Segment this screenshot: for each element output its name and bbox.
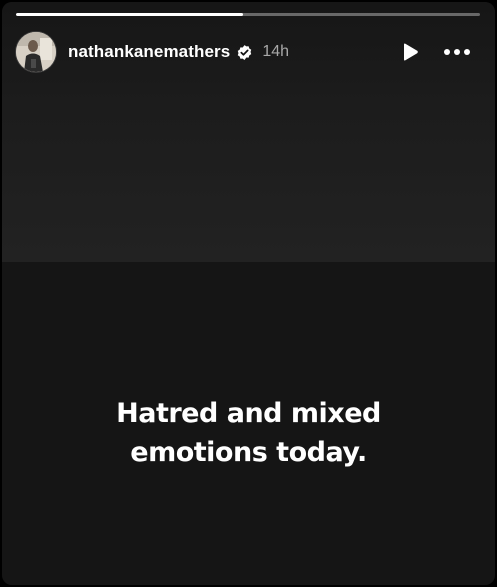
story-progress-fill xyxy=(16,13,244,16)
more-options-button[interactable] xyxy=(442,40,472,64)
profile-photo-icon xyxy=(16,32,56,72)
story-header: nathankanemathers 14h xyxy=(16,30,480,74)
play-button[interactable] xyxy=(398,40,422,64)
post-timestamp: 14h xyxy=(262,43,290,60)
caption-line: emotions today. xyxy=(130,437,367,468)
more-options-icon xyxy=(444,49,470,55)
caption-line: Hatred and mixed xyxy=(116,398,381,429)
avatar[interactable] xyxy=(16,32,56,72)
verified-badge-icon xyxy=(236,44,253,61)
story-progress-bar xyxy=(16,13,480,16)
story-caption: Hatred and mixed emotions today. xyxy=(22,394,475,472)
play-icon xyxy=(404,43,418,61)
story-viewer: nathankanemathers 14h Hatred and mixed e… xyxy=(2,2,495,585)
username[interactable]: nathankanemathers xyxy=(68,42,230,62)
